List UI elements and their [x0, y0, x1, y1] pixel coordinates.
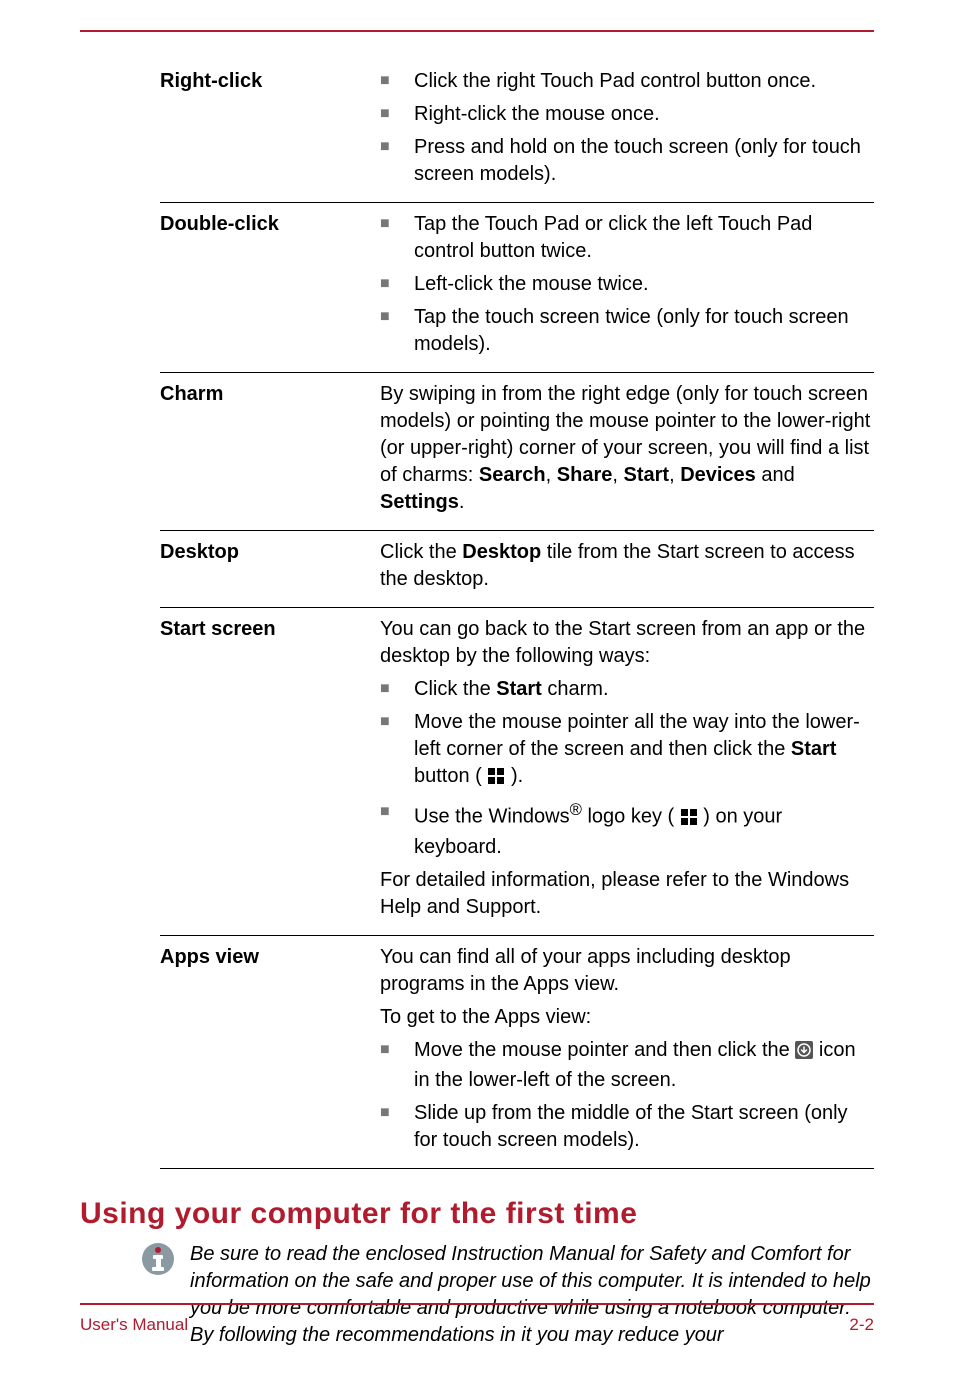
- windows-logo-icon: [487, 766, 505, 793]
- text: Click the: [380, 541, 462, 563]
- bold-text: Share: [557, 464, 613, 486]
- bullet-text: Left-click the mouse twice.: [414, 271, 874, 298]
- bullet-icon: ■: [380, 1037, 414, 1094]
- list-item: ■Tap the Touch Pad or click the left Tou…: [380, 211, 874, 265]
- text: ,: [612, 464, 623, 486]
- list-item: ■ Slide up from the middle of the Start …: [380, 1100, 874, 1154]
- term-right-click: Right-click: [160, 68, 380, 194]
- list-item: ■Press and hold on the touch screen (onl…: [380, 134, 874, 188]
- bold-text: Desktop: [462, 541, 541, 563]
- bullet-icon: ■: [380, 709, 414, 793]
- bullet-text: Right-click the mouse once.: [414, 101, 874, 128]
- intro-text: You can find all of your apps including …: [380, 944, 874, 998]
- table-row: Apps view You can find all of your apps …: [160, 936, 874, 1169]
- page: Right-click ■Click the right Touch Pad c…: [0, 30, 954, 1375]
- intro-text: You can go back to the Start screen from…: [380, 616, 874, 670]
- bullet-icon: ■: [380, 799, 414, 861]
- list-item: ■ Use the Windows® logo key ( ) on your …: [380, 799, 874, 861]
- bullet-text: Tap the Touch Pad or click the left Touc…: [414, 211, 874, 265]
- bullet-icon: ■: [380, 134, 414, 188]
- table-row: Charm By swiping in from the right edge …: [160, 373, 874, 531]
- term-charm: Charm: [160, 381, 380, 522]
- page-footer: User's Manual 2-2: [80, 1303, 874, 1335]
- bullet-icon: ■: [380, 1100, 414, 1154]
- list-item: ■ Move the mouse pointer all the way int…: [380, 709, 874, 793]
- table-row: Start screen You can go back to the Star…: [160, 608, 874, 936]
- term-desktop: Desktop: [160, 539, 380, 599]
- text: ,: [546, 464, 557, 486]
- windows-logo-icon: [680, 807, 698, 834]
- bullet-icon: ■: [380, 68, 414, 95]
- text: .: [459, 491, 465, 513]
- text: Click the: [414, 678, 496, 700]
- text: Use the Windows: [414, 806, 570, 828]
- bullet-text: Tap the touch screen twice (only for tou…: [414, 304, 874, 358]
- term-apps-view: Apps view: [160, 944, 380, 1160]
- text: button (: [414, 765, 487, 787]
- desc-double-click: ■Tap the Touch Pad or click the left Tou…: [380, 211, 874, 364]
- desc-right-click: ■Click the right Touch Pad control butto…: [380, 68, 874, 194]
- term-double-click: Double-click: [160, 211, 380, 364]
- list-item: ■Left-click the mouse twice.: [380, 271, 874, 298]
- bullet-text: Move the mouse pointer all the way into …: [414, 709, 874, 793]
- desc-charm: By swiping in from the right edge (only …: [380, 381, 874, 522]
- bold-text: Start: [791, 738, 837, 760]
- desc-desktop: Click the Desktop tile from the Start sc…: [380, 539, 874, 599]
- bold-text: Search: [479, 464, 546, 486]
- bullet-text: Slide up from the middle of the Start sc…: [414, 1100, 874, 1154]
- bold-text: Settings: [380, 491, 459, 513]
- bold-text: Start: [623, 464, 669, 486]
- table-row: Right-click ■Click the right Touch Pad c…: [160, 60, 874, 203]
- definitions-table: Right-click ■Click the right Touch Pad c…: [160, 60, 874, 1169]
- bullet-text: Move the mouse pointer and then click th…: [414, 1037, 874, 1094]
- bold-text: Start: [496, 678, 542, 700]
- bullet-icon: ■: [380, 211, 414, 265]
- list-item: ■Right-click the mouse once.: [380, 101, 874, 128]
- down-arrow-circle-icon: [795, 1040, 813, 1067]
- desc-apps-view: You can find all of your apps including …: [380, 944, 874, 1160]
- outro-text: For detailed information, please refer t…: [380, 867, 874, 921]
- text: Slide up from the middle of the Start sc…: [414, 1102, 848, 1151]
- bullet-icon: ■: [380, 271, 414, 298]
- list-item: ■ Click the Start charm.: [380, 676, 874, 703]
- intro2-text: To get to the Apps view:: [380, 1004, 874, 1031]
- footer-left: User's Manual: [80, 1315, 188, 1335]
- bullet-text: Click the Start charm.: [414, 676, 874, 703]
- top-rule: [80, 30, 874, 32]
- text: and: [756, 464, 795, 486]
- term-start-screen: Start screen: [160, 616, 380, 927]
- text: logo key (: [582, 806, 680, 828]
- bullet-icon: ■: [380, 304, 414, 358]
- bullet-icon: ■: [380, 676, 414, 703]
- bullet-text: Use the Windows® logo key ( ) on your ke…: [414, 799, 874, 861]
- text: Move the mouse pointer and then click th…: [414, 1039, 795, 1061]
- bullet-icon: ■: [380, 101, 414, 128]
- table-row: Double-click ■Tap the Touch Pad or click…: [160, 203, 874, 373]
- list-item: ■ Move the mouse pointer and then click …: [380, 1037, 874, 1094]
- table-row: Desktop Click the Desktop tile from the …: [160, 531, 874, 608]
- text: ,: [669, 464, 680, 486]
- section-heading: Using your computer for the first time: [80, 1197, 874, 1231]
- footer-rule: [80, 1303, 874, 1305]
- desc-start-screen: You can go back to the Start screen from…: [380, 616, 874, 927]
- bold-text: Devices: [680, 464, 756, 486]
- sup-text: ®: [570, 800, 582, 819]
- list-item: ■Click the right Touch Pad control butto…: [380, 68, 874, 95]
- text: ).: [505, 765, 523, 787]
- list-item: ■Tap the touch screen twice (only for to…: [380, 304, 874, 358]
- footer-right: 2-2: [849, 1315, 874, 1335]
- bullet-text: Click the right Touch Pad control button…: [414, 68, 874, 95]
- text: charm.: [542, 678, 609, 700]
- bullet-text: Press and hold on the touch screen (only…: [414, 134, 874, 188]
